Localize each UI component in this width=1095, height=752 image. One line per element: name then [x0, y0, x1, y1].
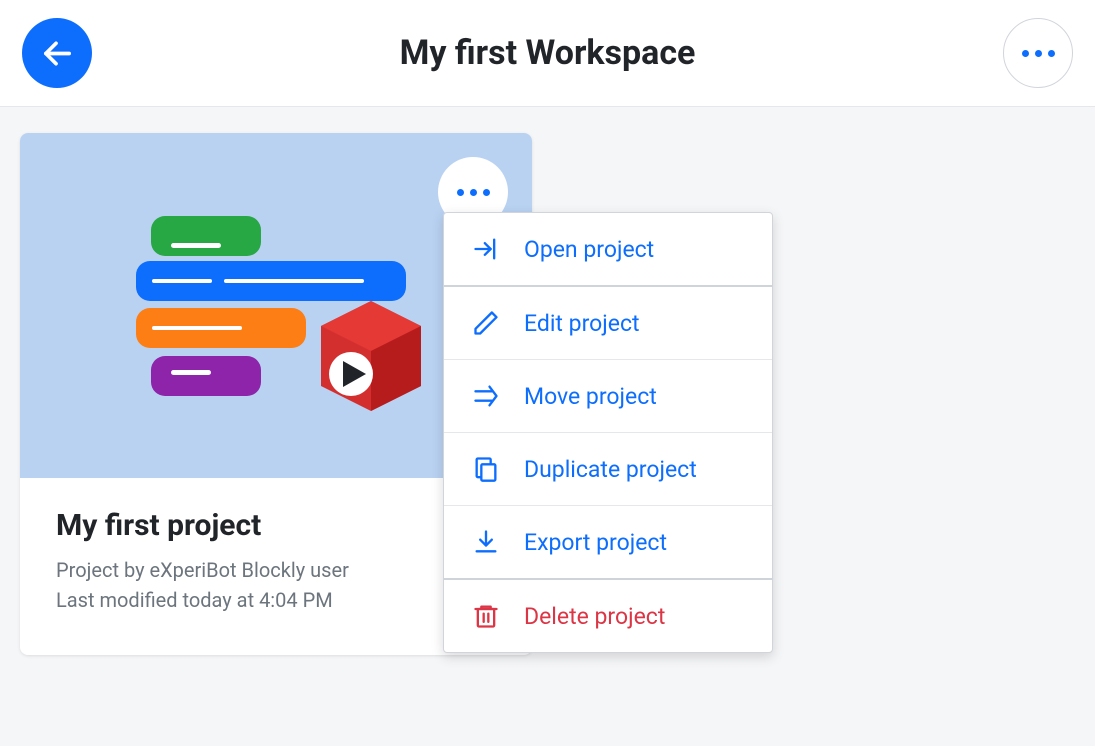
project-author: Project by eXperiBot Blockly user	[56, 555, 496, 585]
download-icon	[472, 528, 500, 556]
header: My first Workspace	[0, 0, 1095, 107]
project-name: My first project	[56, 508, 496, 543]
workspace-more-button[interactable]	[1003, 18, 1073, 88]
menu-label: Export project	[524, 529, 667, 556]
menu-item-move[interactable]: Move project	[444, 360, 772, 433]
menu-label: Delete project	[524, 603, 665, 630]
project-context-menu: Open project Edit project Move project D…	[443, 212, 773, 653]
menu-label: Edit project	[524, 310, 640, 337]
project-modified: Last modified today at 4:04 PM	[56, 585, 496, 615]
more-horizontal-icon	[457, 189, 490, 196]
content-area: My first project Project by eXperiBot Bl…	[0, 107, 1095, 746]
menu-item-duplicate[interactable]: Duplicate project	[444, 433, 772, 506]
copy-icon	[472, 455, 500, 483]
menu-item-edit[interactable]: Edit project	[444, 287, 772, 360]
more-horizontal-icon	[1022, 50, 1055, 57]
blocks-illustration	[136, 216, 416, 396]
menu-label: Move project	[524, 383, 657, 410]
menu-item-export[interactable]: Export project	[444, 506, 772, 580]
menu-item-delete[interactable]: Delete project	[444, 580, 772, 652]
workspace-title: My first Workspace	[400, 33, 696, 73]
arrow-left-icon	[40, 36, 75, 71]
enter-icon	[472, 235, 500, 263]
menu-item-open[interactable]: Open project	[444, 213, 772, 287]
cube-icon	[311, 296, 431, 416]
menu-label: Open project	[524, 236, 654, 263]
move-icon	[472, 382, 500, 410]
pencil-icon	[472, 309, 500, 337]
trash-icon	[472, 602, 500, 630]
menu-label: Duplicate project	[524, 456, 697, 483]
back-button[interactable]	[22, 18, 92, 88]
